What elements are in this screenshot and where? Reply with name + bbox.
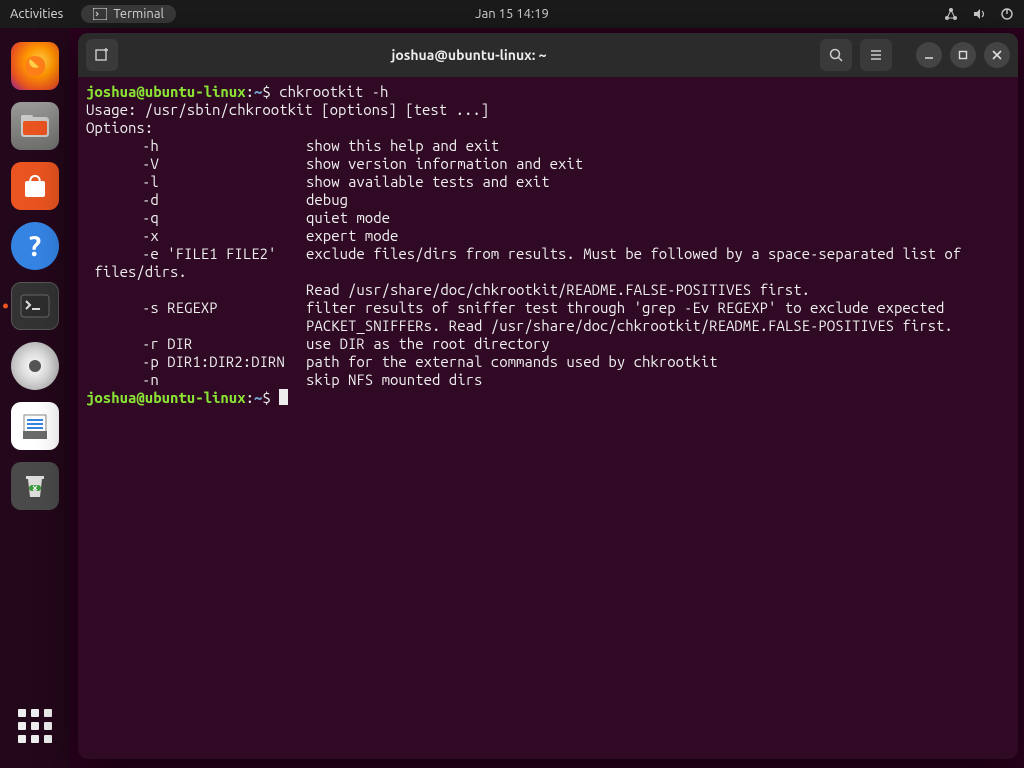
terminal-line: -lshow available tests and exit	[86, 173, 1010, 191]
dock-disc[interactable]	[11, 342, 59, 390]
disc-icon	[29, 360, 41, 372]
terminal-line: -xexpert mode	[86, 227, 1010, 245]
trash-icon	[22, 471, 48, 501]
terminal-line: Usage: /usr/sbin/chkrootkit [options] [t…	[86, 101, 1010, 119]
shopping-bag-icon	[20, 173, 50, 199]
terminal-line: -qquiet mode	[86, 209, 1010, 227]
dock-texteditor[interactable]	[11, 402, 59, 450]
terminal-line: Options:	[86, 119, 1010, 137]
volume-icon[interactable]	[972, 7, 986, 21]
menu-button[interactable]	[860, 39, 892, 71]
activities-button[interactable]: Activities	[10, 7, 63, 21]
terminal-line: joshua@ubuntu-linux:~$ chkrootkit -h	[86, 83, 1010, 101]
power-icon[interactable]	[1000, 7, 1014, 21]
terminal-line: -Vshow version information and exit	[86, 155, 1010, 173]
network-icon[interactable]	[944, 7, 958, 21]
terminal-window: joshua@ubuntu-linux: ~ joshua@ubuntu-lin…	[78, 33, 1018, 759]
firefox-icon	[20, 51, 50, 81]
maximize-button[interactable]	[950, 42, 976, 68]
app-menu-label: Terminal	[113, 7, 164, 21]
terminal-line: files/dirs.	[86, 263, 1010, 281]
terminal-icon	[93, 8, 107, 20]
terminal-line: -e 'FILE1 FILE2'exclude files/dirs from …	[86, 245, 1010, 263]
gnome-topbar: Activities Terminal Jan 15 14:19	[0, 0, 1024, 28]
close-button[interactable]	[984, 42, 1010, 68]
dock-help[interactable]: ?	[11, 222, 59, 270]
files-icon	[19, 113, 51, 139]
terminal-line: -ddebug	[86, 191, 1010, 209]
dock-firefox[interactable]	[11, 42, 59, 90]
terminal-line: -hshow this help and exit	[86, 137, 1010, 155]
hamburger-icon	[868, 47, 884, 63]
app-menu[interactable]: Terminal	[81, 5, 176, 23]
help-icon: ?	[29, 231, 41, 262]
terminal-line: -nskip NFS mounted dirs	[86, 371, 1010, 389]
show-applications[interactable]	[11, 702, 59, 750]
dock-trash[interactable]	[11, 462, 59, 510]
maximize-icon	[958, 50, 968, 60]
terminal-line: -p DIR1:DIR2:DIRNpath for the external c…	[86, 353, 1010, 371]
terminal-line: -r DIRuse DIR as the root directory	[86, 335, 1010, 353]
clock[interactable]: Jan 15 14:19	[475, 7, 549, 21]
dock-software[interactable]	[11, 162, 59, 210]
dock: ?	[0, 28, 70, 768]
terminal-body[interactable]: joshua@ubuntu-linux:~$ chkrootkit -hUsag…	[78, 77, 1018, 413]
titlebar: joshua@ubuntu-linux: ~	[78, 33, 1018, 77]
minimize-button[interactable]	[916, 42, 942, 68]
close-icon	[992, 50, 1002, 60]
terminal-line: -s REGEXPfilter results of sniffer test …	[86, 299, 1010, 317]
dock-files[interactable]	[11, 102, 59, 150]
search-icon	[828, 47, 844, 63]
terminal-line: Read /usr/share/doc/chkrootkit/README.FA…	[86, 281, 1010, 299]
dock-terminal[interactable]	[11, 282, 59, 330]
terminal-line: joshua@ubuntu-linux:~$	[86, 389, 1010, 407]
cursor	[279, 389, 288, 405]
new-tab-icon	[94, 47, 110, 63]
new-tab-button[interactable]	[86, 39, 118, 71]
texteditor-icon	[20, 411, 50, 441]
terminal-line: PACKET_SNIFFERs. Read /usr/share/doc/chk…	[86, 317, 1010, 335]
search-button[interactable]	[820, 39, 852, 71]
minimize-icon	[924, 50, 934, 60]
window-title: joshua@ubuntu-linux: ~	[126, 47, 812, 63]
terminal-app-icon	[20, 294, 50, 318]
